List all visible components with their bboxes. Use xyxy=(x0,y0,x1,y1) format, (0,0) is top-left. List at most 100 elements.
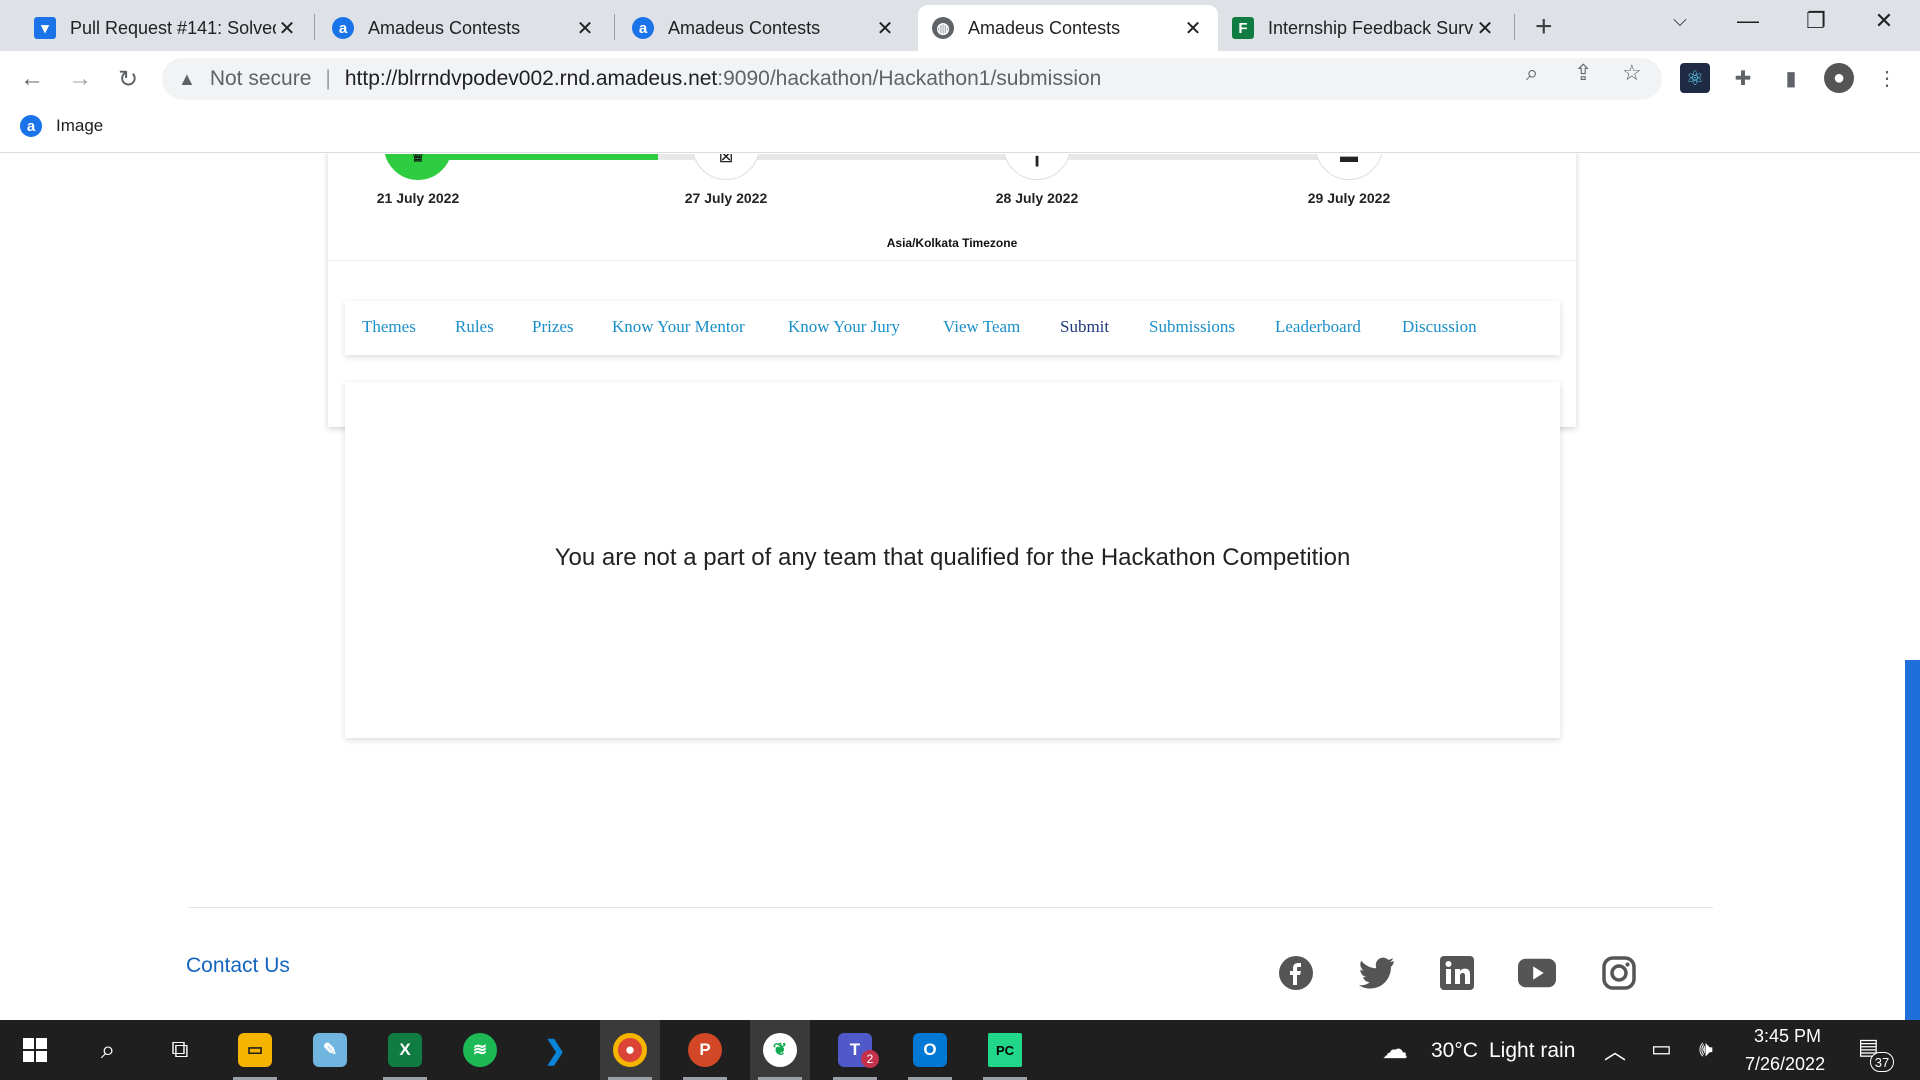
notification-count: 37 xyxy=(1870,1052,1894,1072)
tab-search-icon[interactable]: ⌵ xyxy=(1660,10,1700,31)
nav-themes[interactable]: Themes xyxy=(362,317,416,337)
minimize-button[interactable]: — xyxy=(1728,8,1768,34)
not-qualified-message: You are not a part of any team that qual… xyxy=(554,544,1351,571)
restore-button[interactable]: ❐ xyxy=(1796,8,1836,34)
warning-icon[interactable]: ▲ xyxy=(178,69,196,90)
nav-know-your-jury[interactable]: Know Your Jury xyxy=(788,317,900,337)
submission-message-card: You are not a part of any team that qual… xyxy=(345,382,1560,738)
browser-tab-strip: ▾ Pull Request #141: Solved ✕ a Amadeus … xyxy=(0,0,1920,51)
close-window-button[interactable]: ✕ xyxy=(1864,8,1904,34)
facebook-icon[interactable] xyxy=(1277,954,1315,992)
milestone-date: 27 July 2022 xyxy=(684,190,768,206)
milestone-start-icon: ♛ xyxy=(384,154,452,180)
contest-nav: Themes Rules Prizes Know Your Mentor Kno… xyxy=(345,301,1560,355)
weather-condition[interactable]: Light rain xyxy=(1489,1039,1575,1063)
new-tab-button[interactable]: + xyxy=(1535,10,1553,44)
chrome-icon[interactable]: ● xyxy=(600,1020,660,1080)
weather-cloud-icon[interactable]: ☁ xyxy=(1382,1034,1408,1065)
bookmarks-bar: a Image xyxy=(0,105,1920,153)
security-label[interactable]: Not secure xyxy=(210,67,312,91)
bookmark-item[interactable]: a Image xyxy=(20,115,103,137)
reload-icon[interactable]: ↻ xyxy=(110,61,146,97)
forward-icon[interactable]: → xyxy=(62,61,98,97)
page-viewport: ♛ ⊠ ╻ ▬ 21 July 2022 27 July 2022 28 Jul… xyxy=(0,154,1920,1020)
clock-date[interactable]: 7/26/2022 xyxy=(1745,1054,1825,1075)
start-button[interactable] xyxy=(5,1020,65,1080)
back-icon[interactable]: ← xyxy=(14,61,50,97)
address-bar[interactable]: ▲ Not secure | http://blrrndvpodev002.rn… xyxy=(162,58,1662,100)
milestone-date: 29 July 2022 xyxy=(1307,190,1391,206)
contact-us-link[interactable]: Contact Us xyxy=(186,954,290,978)
volume-icon[interactable]: 🕪 xyxy=(1699,1036,1713,1062)
timezone-label: Asia/Kolkata Timezone xyxy=(886,236,1018,250)
search-icon[interactable]: ⌕ xyxy=(78,1020,138,1080)
spotify-icon[interactable]: ≋ xyxy=(450,1020,510,1080)
battery-icon[interactable]: ▭ xyxy=(1651,1036,1672,1062)
nav-prizes[interactable]: Prizes xyxy=(532,317,574,337)
browser-tab[interactable]: a Amadeus Contests ✕ xyxy=(618,5,910,51)
chevron-up-icon[interactable]: ︿ xyxy=(1604,1034,1626,1066)
url-host: http://blrrndvpodev002.rnd.amadeus.net xyxy=(344,67,718,90)
vscode-icon[interactable]: ❯ xyxy=(525,1020,585,1080)
excel-icon[interactable]: X xyxy=(375,1020,435,1080)
notepad-icon[interactable]: ✎ xyxy=(300,1020,360,1080)
pycharm-icon[interactable]: PC xyxy=(975,1020,1035,1080)
close-icon[interactable]: ✕ xyxy=(574,16,596,41)
close-icon[interactable]: ✕ xyxy=(874,16,896,41)
close-icon[interactable]: ✕ xyxy=(1474,16,1496,41)
nav-leaderboard[interactable]: Leaderboard xyxy=(1275,317,1361,337)
milestone-submission-icon: ⊠ xyxy=(692,154,760,180)
amadeus-icon: a xyxy=(20,115,42,137)
windows-taskbar: ⌕ ⧉ ▭ ✎ X ≋ ❯ ● P ❦ T 2 O PC ☁ 30°C Ligh… xyxy=(0,1020,1920,1080)
nav-submissions[interactable]: Submissions xyxy=(1149,317,1235,337)
nav-know-your-mentor[interactable]: Know Your Mentor xyxy=(612,317,745,337)
twitter-icon[interactable] xyxy=(1358,954,1396,992)
milestone-date: 21 July 2022 xyxy=(376,190,460,206)
browser-toolbar: ← → ↻ ▲ Not secure | http://blrrndvpodev… xyxy=(0,51,1920,105)
linkedin-icon[interactable] xyxy=(1438,954,1476,992)
milestone-results-icon: ▬ xyxy=(1315,154,1383,180)
extensions-icon[interactable]: ✚ xyxy=(1728,63,1758,93)
milestone-review-icon: ╻ xyxy=(1003,154,1071,180)
milestone-date: 28 July 2022 xyxy=(995,190,1079,206)
url-path: :9090/hackathon/Hackathon1/submission xyxy=(717,67,1102,90)
tab-title: Amadeus Contests xyxy=(968,17,1121,38)
teams-badge: 2 xyxy=(861,1050,879,1068)
menu-icon[interactable]: ⋮ xyxy=(1872,63,1902,93)
weather-temp[interactable]: 30°C xyxy=(1431,1039,1478,1063)
azure-devops-icon: ▾ xyxy=(34,17,56,39)
forms-icon: F xyxy=(1232,17,1254,39)
timeline-progress xyxy=(418,154,658,160)
profile-avatar[interactable]: ● xyxy=(1824,63,1854,93)
tab-title: Amadeus Contests xyxy=(668,17,821,38)
close-icon[interactable]: ✕ xyxy=(276,16,298,41)
tab-title: Amadeus Contests xyxy=(368,17,521,38)
nav-discussion[interactable]: Discussion xyxy=(1402,317,1477,337)
globe-icon: ◍ xyxy=(932,17,954,39)
browser-tab-active[interactable]: ◍ Amadeus Contests ✕ xyxy=(918,5,1218,51)
instagram-icon[interactable] xyxy=(1600,954,1638,992)
zoom-icon[interactable]: ⌕ xyxy=(1526,60,1538,86)
powerpoint-icon[interactable]: P xyxy=(675,1020,735,1080)
clock-time[interactable]: 3:45 PM xyxy=(1754,1026,1821,1047)
react-devtools-icon[interactable]: ⚛ xyxy=(1680,63,1710,93)
nav-rules[interactable]: Rules xyxy=(455,317,494,337)
outlook-icon[interactable]: O xyxy=(900,1020,960,1080)
share-icon[interactable]: ⇪ xyxy=(1574,60,1592,86)
browser-tab[interactable]: ▾ Pull Request #141: Solved ✕ xyxy=(20,5,312,51)
browser-tab[interactable]: F Internship Feedback Survey ✕ xyxy=(1218,5,1510,51)
side-panel-icon[interactable]: ▮ xyxy=(1776,63,1806,93)
mongodb-compass-icon[interactable]: ❦ xyxy=(750,1020,810,1080)
bookmark-star-icon[interactable]: ☆ xyxy=(1622,60,1642,86)
tab-title: Pull Request #141: Solved xyxy=(70,17,276,38)
close-icon[interactable]: ✕ xyxy=(1182,16,1204,41)
youtube-icon[interactable] xyxy=(1518,954,1556,992)
file-explorer-icon[interactable]: ▭ xyxy=(225,1020,285,1080)
browser-tab[interactable]: a Amadeus Contests ✕ xyxy=(318,5,610,51)
scrollbar-thumb[interactable] xyxy=(1905,660,1920,1020)
nav-submit[interactable]: Submit xyxy=(1060,317,1109,337)
teams-icon[interactable]: T 2 xyxy=(825,1020,885,1080)
task-view-icon[interactable]: ⧉ xyxy=(150,1020,210,1080)
nav-view-team[interactable]: View Team xyxy=(943,317,1020,337)
bookmark-label: Image xyxy=(56,116,104,135)
